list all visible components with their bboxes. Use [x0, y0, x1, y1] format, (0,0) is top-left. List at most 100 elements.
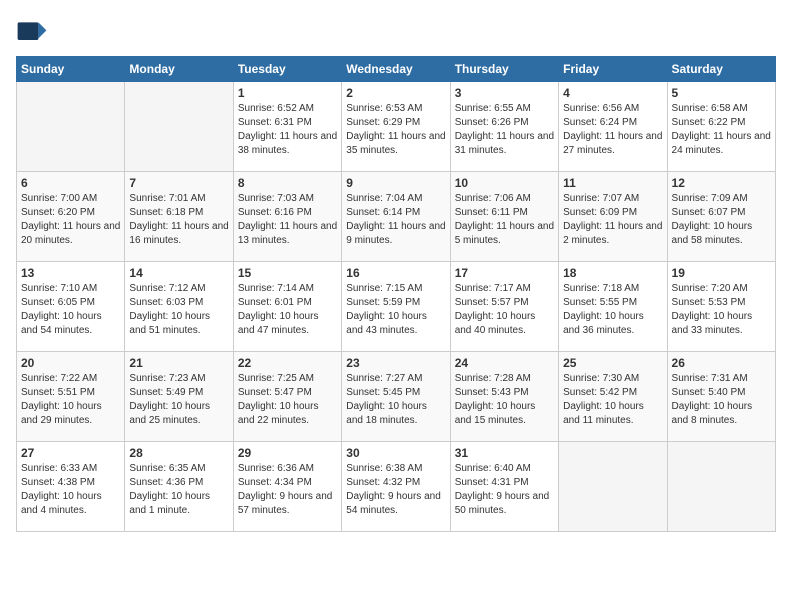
day-number: 16 [346, 266, 445, 280]
calendar-cell: 13Sunrise: 7:10 AMSunset: 6:05 PMDayligh… [17, 262, 125, 352]
day-info: Sunrise: 7:23 AMSunset: 5:49 PMDaylight:… [129, 372, 228, 428]
logo [16, 16, 52, 48]
col-header-saturday: Saturday [667, 57, 775, 82]
day-number: 26 [672, 356, 771, 370]
col-header-wednesday: Wednesday [342, 57, 450, 82]
day-info: Sunrise: 6:38 AMSunset: 4:32 PMDaylight:… [346, 462, 445, 518]
day-number: 12 [672, 176, 771, 190]
day-number: 5 [672, 86, 771, 100]
day-number: 6 [21, 176, 120, 190]
calendar-cell: 31 Sunrise: 6:40 AMSunset: 4:31 PMDayligh… [450, 442, 558, 532]
day-info: Sunrise: 7:12 AMSunset: 6:03 PMDaylight:… [129, 282, 228, 338]
day-info: Sunrise: 7:20 AMSunset: 5:53 PMDaylight:… [672, 282, 771, 338]
day-info: Sunrise: 7:22 AMSunset: 5:51 PMDaylight:… [21, 372, 120, 428]
calendar-cell: 16 Sunrise: 7:15 AMSunset: 5:59 PMDayligh… [342, 262, 450, 352]
calendar-cell: 29Sunrise: 6:36 AMSunset: 4:34 PMDayligh… [233, 442, 341, 532]
calendar-week-row: 6Sunrise: 7:00 AMSunset: 6:20 PMDaylight… [17, 172, 776, 262]
day-info: Sunrise: 6:56 AMSunset: 6:24 PMDaylight:… [563, 102, 662, 158]
calendar-cell: 5 Sunrise: 6:58 AMSunset: 6:22 PMDaylight… [667, 82, 775, 172]
col-header-monday: Monday [125, 57, 233, 82]
day-number: 10 [455, 176, 554, 190]
day-info: Sunrise: 7:06 AMSunset: 6:11 PMDaylight:… [455, 192, 554, 248]
logo-icon [16, 16, 48, 48]
day-number: 7 [129, 176, 228, 190]
day-number: 9 [346, 176, 445, 190]
calendar-cell [667, 442, 775, 532]
calendar-week-row: 20 Sunrise: 7:22 AMSunset: 5:51 PMDayligh… [17, 352, 776, 442]
calendar-cell: 8 Sunrise: 7:03 AMSunset: 6:16 PMDaylight… [233, 172, 341, 262]
calendar-cell [125, 82, 233, 172]
day-number: 17 [455, 266, 554, 280]
calendar-cell: 24 Sunrise: 7:28 AMSunset: 5:43 PMDayligh… [450, 352, 558, 442]
calendar-cell [559, 442, 667, 532]
day-number: 23 [346, 356, 445, 370]
day-number: 20 [21, 356, 120, 370]
day-info: Sunrise: 6:53 AMSunset: 6:29 PMDaylight:… [346, 102, 445, 158]
calendar-cell: 22 Sunrise: 7:25 AMSunset: 5:47 PMDayligh… [233, 352, 341, 442]
day-info: Sunrise: 7:04 AMSunset: 6:14 PMDaylight:… [346, 192, 445, 248]
calendar-cell: 15 Sunrise: 7:14 AMSunset: 6:01 PMDayligh… [233, 262, 341, 352]
col-header-friday: Friday [559, 57, 667, 82]
day-info: Sunrise: 6:35 AMSunset: 4:36 PMDaylight:… [129, 462, 228, 518]
day-info: Sunrise: 6:36 AMSunset: 4:34 PMDaylight:… [238, 462, 337, 518]
calendar-week-row: 27 Sunrise: 6:33 AMSunset: 4:38 PMDayligh… [17, 442, 776, 532]
day-number: 18 [563, 266, 662, 280]
day-info: Sunrise: 6:40 AMSunset: 4:31 PMDaylight:… [455, 462, 554, 518]
calendar-cell: 10 Sunrise: 7:06 AMSunset: 6:11 PMDayligh… [450, 172, 558, 262]
day-info: Sunrise: 6:55 AMSunset: 6:26 PMDaylight:… [455, 102, 554, 158]
day-info: Sunrise: 7:03 AMSunset: 6:16 PMDaylight:… [238, 192, 337, 248]
calendar-cell: 7 Sunrise: 7:01 AMSunset: 6:18 PMDaylight… [125, 172, 233, 262]
page-header [16, 16, 776, 48]
calendar-cell [17, 82, 125, 172]
calendar-week-row: 13Sunrise: 7:10 AMSunset: 6:05 PMDayligh… [17, 262, 776, 352]
day-number: 25 [563, 356, 662, 370]
day-info: Sunrise: 7:25 AMSunset: 5:47 PMDaylight:… [238, 372, 337, 428]
day-info: Sunrise: 6:52 AMSunset: 6:31 PMDaylight:… [238, 102, 337, 158]
calendar-header-row: SundayMondayTuesdayWednesdayThursdayFrid… [17, 57, 776, 82]
calendar-cell: 17 Sunrise: 7:17 AMSunset: 5:57 PMDayligh… [450, 262, 558, 352]
day-info: Sunrise: 7:31 AMSunset: 5:40 PMDaylight:… [672, 372, 771, 428]
calendar-cell: 2 Sunrise: 6:53 AMSunset: 6:29 PMDaylight… [342, 82, 450, 172]
day-info: Sunrise: 7:14 AMSunset: 6:01 PMDaylight:… [238, 282, 337, 338]
calendar-cell: 14Sunrise: 7:12 AMSunset: 6:03 PMDayligh… [125, 262, 233, 352]
day-info: Sunrise: 6:33 AMSunset: 4:38 PMDaylight:… [21, 462, 120, 518]
calendar-cell: 12Sunrise: 7:09 AMSunset: 6:07 PMDayligh… [667, 172, 775, 262]
day-number: 2 [346, 86, 445, 100]
day-info: Sunrise: 7:10 AMSunset: 6:05 PMDaylight:… [21, 282, 120, 338]
day-number: 27 [21, 446, 120, 460]
day-number: 15 [238, 266, 337, 280]
day-number: 31 [455, 446, 554, 460]
calendar-cell: 30 Sunrise: 6:38 AMSunset: 4:32 PMDayligh… [342, 442, 450, 532]
calendar-cell: 9 Sunrise: 7:04 AMSunset: 6:14 PMDaylight… [342, 172, 450, 262]
calendar-cell: 19Sunrise: 7:20 AMSunset: 5:53 PMDayligh… [667, 262, 775, 352]
day-info: Sunrise: 7:17 AMSunset: 5:57 PMDaylight:… [455, 282, 554, 338]
day-number: 22 [238, 356, 337, 370]
calendar-cell: 1 Sunrise: 6:52 AMSunset: 6:31 PMDaylight… [233, 82, 341, 172]
day-number: 30 [346, 446, 445, 460]
calendar-cell: 11Sunrise: 7:07 AMSunset: 6:09 PMDayligh… [559, 172, 667, 262]
calendar-cell: 26 Sunrise: 7:31 AMSunset: 5:40 PMDayligh… [667, 352, 775, 442]
day-info: Sunrise: 7:01 AMSunset: 6:18 PMDaylight:… [129, 192, 228, 248]
day-info: Sunrise: 6:58 AMSunset: 6:22 PMDaylight:… [672, 102, 771, 158]
calendar-table: SundayMondayTuesdayWednesdayThursdayFrid… [16, 56, 776, 532]
day-number: 24 [455, 356, 554, 370]
calendar-cell: 27 Sunrise: 6:33 AMSunset: 4:38 PMDayligh… [17, 442, 125, 532]
day-number: 1 [238, 86, 337, 100]
calendar-cell: 4Sunrise: 6:56 AMSunset: 6:24 PMDaylight… [559, 82, 667, 172]
day-info: Sunrise: 7:15 AMSunset: 5:59 PMDaylight:… [346, 282, 445, 338]
day-number: 8 [238, 176, 337, 190]
day-info: Sunrise: 7:28 AMSunset: 5:43 PMDaylight:… [455, 372, 554, 428]
day-info: Sunrise: 7:27 AMSunset: 5:45 PMDaylight:… [346, 372, 445, 428]
calendar-cell: 3Sunrise: 6:55 AMSunset: 6:26 PMDaylight… [450, 82, 558, 172]
calendar-cell: 21Sunrise: 7:23 AMSunset: 5:49 PMDayligh… [125, 352, 233, 442]
calendar-cell: 6Sunrise: 7:00 AMSunset: 6:20 PMDaylight… [17, 172, 125, 262]
col-header-sunday: Sunday [17, 57, 125, 82]
calendar-cell: 20 Sunrise: 7:22 AMSunset: 5:51 PMDayligh… [17, 352, 125, 442]
day-info: Sunrise: 7:30 AMSunset: 5:42 PMDaylight:… [563, 372, 662, 428]
day-number: 11 [563, 176, 662, 190]
calendar-cell: 18 Sunrise: 7:18 AMSunset: 5:55 PMDayligh… [559, 262, 667, 352]
day-number: 28 [129, 446, 228, 460]
col-header-thursday: Thursday [450, 57, 558, 82]
calendar-week-row: 1 Sunrise: 6:52 AMSunset: 6:31 PMDaylight… [17, 82, 776, 172]
day-info: Sunrise: 7:18 AMSunset: 5:55 PMDaylight:… [563, 282, 662, 338]
